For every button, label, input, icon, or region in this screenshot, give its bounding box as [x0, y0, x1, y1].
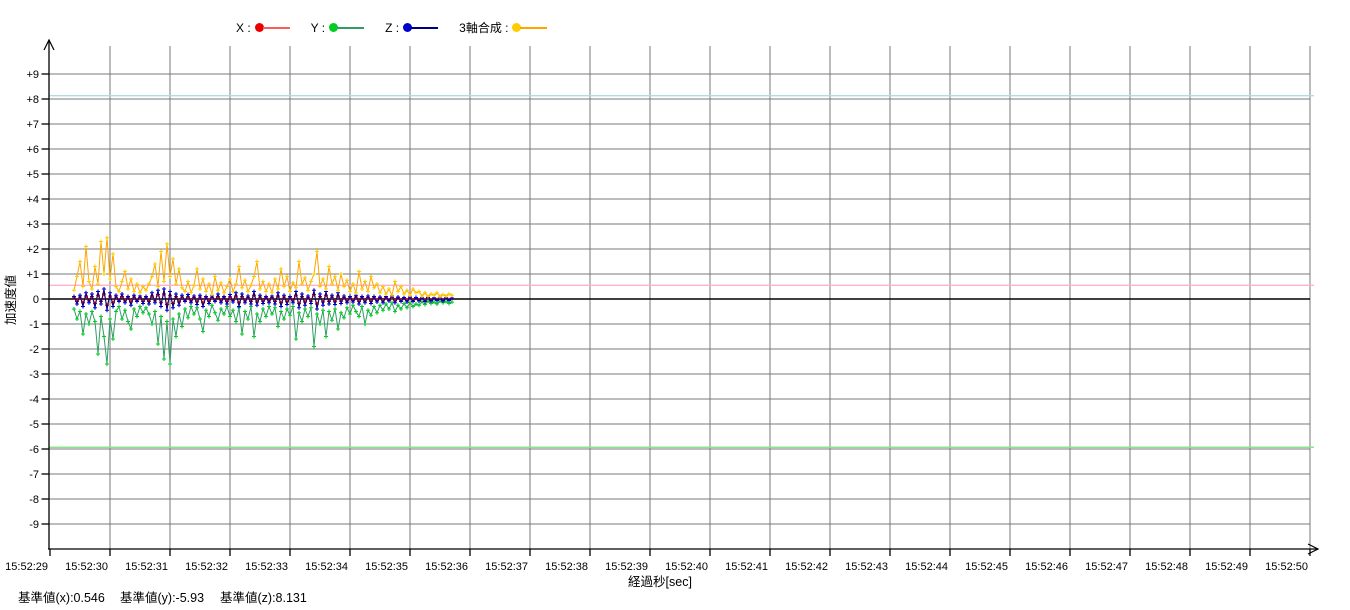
- series-line-composite: [74, 238, 452, 297]
- series-composite: [72, 236, 454, 299]
- x-tick-label: 15:52:43: [845, 561, 888, 573]
- y-tick-label: 0: [33, 294, 39, 306]
- x-tick-label: 15:52:50: [1265, 561, 1308, 573]
- x-tick-label: 15:52:45: [965, 561, 1008, 573]
- x-tick-label: 15:52:31: [125, 561, 168, 573]
- acceleration-time-chart: +9 +8 +7 +6 +5 +4 +3 +2 +1 0 -1 -2 -3 -4 -5 -6 -7 -8 -9 15:…: [0, 0, 1350, 610]
- y-tick-label: +7: [26, 119, 39, 131]
- y-tick-label: -2: [29, 344, 39, 356]
- x-tick-label: 15:52:42: [785, 561, 828, 573]
- x-tick-label: 15:52:38: [545, 561, 588, 573]
- x-tick-label: 15:52:35: [365, 561, 408, 573]
- y-tick-label: -8: [29, 494, 39, 506]
- x-tick-label: 15:52:39: [605, 561, 648, 573]
- x-tick-label: 15:52:33: [245, 561, 288, 573]
- x-tick-label: 15:52:37: [485, 561, 528, 573]
- x-tick-label: 15:52:34: [305, 561, 348, 573]
- x-axis-ticks-and-labels: 15:52:29 15:52:30 15:52:31 15:52:32 15:52:33…: [5, 549, 1310, 573]
- x-tick-label: 15:52:40: [665, 561, 708, 573]
- y-tick-label: +1: [26, 269, 39, 281]
- x-tick-label: 15:52:48: [1145, 561, 1188, 573]
- baseline-x-value: 基準値(x):0.546: [18, 587, 105, 606]
- y-tick-label: +4: [26, 194, 39, 206]
- axis-titles: 経過秒[sec] 加速度値: [3, 275, 692, 589]
- y-tick-label: +3: [26, 219, 39, 231]
- x-tick-label: 15:52:47: [1085, 561, 1128, 573]
- x-tick-label: 15:52:49: [1205, 561, 1248, 573]
- y-tick-label: +6: [26, 144, 39, 156]
- y-tick-label: -1: [29, 319, 39, 331]
- baseline-y-value: 基準値(y):-5.93: [120, 587, 204, 606]
- x-tick-label: 15:52:29: [5, 561, 48, 573]
- x-tick-label: 15:52:41: [725, 561, 768, 573]
- baseline-reference-lines: [49, 96, 1314, 448]
- x-tick-label: 15:52:36: [425, 561, 468, 573]
- acceleration-logger-screen: X :Y :Z :3軸合成 : +9+8+7+6+5+4+3+2+10-1-2-…: [0, 0, 1350, 610]
- baseline-z-value: 基準値(z):8.131: [220, 587, 307, 606]
- x-tick-label: 15:52:44: [905, 561, 948, 573]
- y-tick-label: -7: [29, 469, 39, 481]
- x-tick-label: 15:52:30: [65, 561, 108, 573]
- y-tick-label: -6: [29, 444, 39, 456]
- y-tick-label: -5: [29, 419, 39, 431]
- y-tick-label: +5: [26, 169, 39, 181]
- x-axis-title: 経過秒[sec]: [628, 575, 692, 589]
- series-markers-composite: [72, 236, 454, 299]
- y-axis-ticks-and-labels: +9 +8 +7 +6 +5 +4 +3 +2 +1 0 -1 -2 -3 -4 -5 -6 -7 -8 -9: [26, 69, 49, 531]
- y-tick-label: -4: [29, 394, 39, 406]
- x-tick-label: 15:52:32: [185, 561, 228, 573]
- y-axis-title: 加速度値: [3, 275, 18, 325]
- y-tick-label: -9: [29, 519, 39, 531]
- y-tick-label: +2: [26, 244, 39, 256]
- y-tick-label: -3: [29, 369, 39, 381]
- x-tick-label: 15:52:46: [1025, 561, 1068, 573]
- series-y: [72, 299, 454, 366]
- y-tick-label: +8: [26, 94, 39, 106]
- y-tick-label: +9: [26, 69, 39, 81]
